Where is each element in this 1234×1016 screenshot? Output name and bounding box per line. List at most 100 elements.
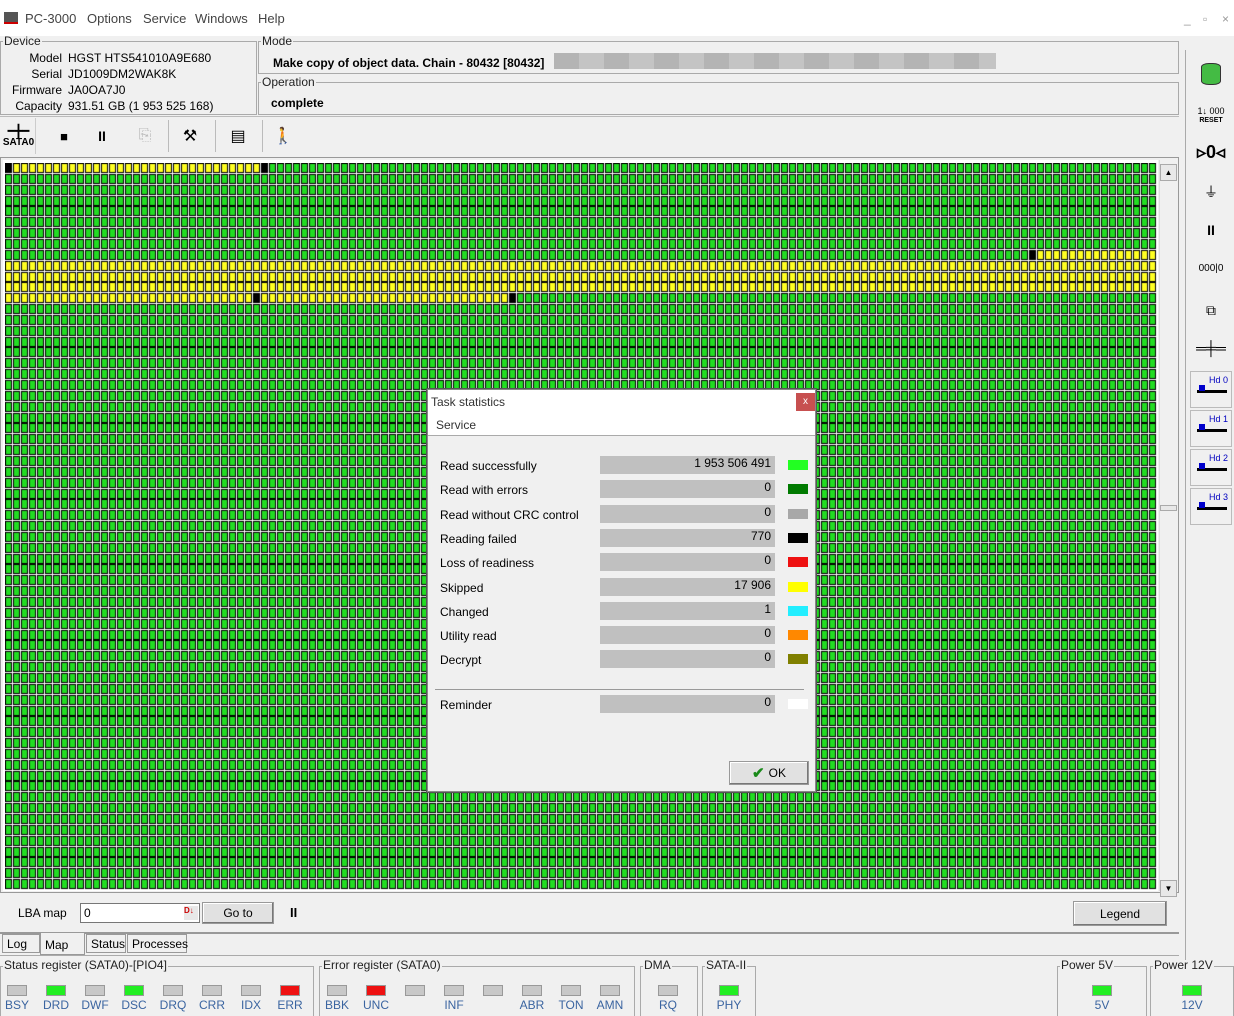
pause-icon[interactable]: II: [1188, 212, 1234, 248]
close-button[interactable]: ×: [1222, 12, 1229, 26]
exit-icon[interactable]: 🚶: [270, 118, 296, 154]
head-1-button[interactable]: Hd 1: [1190, 410, 1232, 447]
operation-legend: Operation: [262, 75, 315, 89]
copy-drive-icon[interactable]: [1188, 56, 1234, 92]
led-dwf: [85, 985, 105, 996]
minimize-button[interactable]: _: [1184, 12, 1191, 26]
power-switch-icon[interactable]: ⏚: [1188, 174, 1234, 210]
goto-button[interactable]: Go to: [202, 902, 274, 924]
menu-help[interactable]: Help: [258, 11, 285, 26]
led-label: TON: [558, 998, 584, 1012]
port-sata0-button[interactable]: ━╋━ SATA0: [2, 118, 36, 154]
stat-value: 0: [600, 695, 775, 713]
led-err: [280, 985, 300, 996]
color-swatch: [788, 508, 808, 519]
stat-label: Changed: [440, 604, 489, 619]
connector-icon[interactable]: ═╪═: [1188, 330, 1234, 366]
led-label: UNC: [363, 998, 389, 1012]
lba-dropdown-icon[interactable]: D↓: [184, 906, 198, 920]
tab-processes[interactable]: Processes: [127, 934, 188, 953]
led-label: 5V: [1094, 998, 1110, 1012]
led-inf: [444, 985, 464, 996]
legend-button[interactable]: Legend: [1073, 901, 1167, 926]
led-label: IDX: [240, 998, 261, 1012]
led-5v: [1092, 985, 1112, 996]
scroll-thumb[interactable]: [1160, 505, 1177, 511]
counter-icon: 1↓ 000: [1197, 106, 1225, 116]
reset-counter-button[interactable]: 1↓ 000 RESET: [1188, 98, 1234, 134]
stat-value: 0: [600, 553, 775, 572]
mode-text: Make copy of object data. Chain - 80432 …: [273, 56, 545, 70]
power-5v-group: Power 5V 5V: [1057, 958, 1147, 1016]
menu-windows[interactable]: Windows: [195, 11, 248, 26]
stat-label: Read with errors: [440, 483, 529, 498]
tab-status[interactable]: Status: [86, 934, 126, 953]
led-abr: [522, 985, 542, 996]
led-bsy: [7, 985, 27, 996]
stop-button[interactable]: ■: [52, 118, 76, 154]
stat-row: Utility read 0: [440, 626, 810, 646]
scroll-up-button[interactable]: ▲: [1160, 164, 1177, 181]
pause-button[interactable]: II: [90, 118, 114, 154]
power-12v-group: Power 12V 12V: [1150, 958, 1234, 1016]
stat-value: 1 953 506 491: [600, 456, 775, 474]
head-2-button[interactable]: Hd 2: [1190, 449, 1232, 486]
lba-map-label: LBA map: [18, 906, 67, 920]
scroll-down-button[interactable]: ▼: [1160, 880, 1177, 897]
error-register-title: Error register (SATA0): [322, 958, 442, 972]
mode-legend: Mode: [262, 34, 293, 48]
redacted-block: [554, 53, 996, 69]
led-crr: [202, 985, 222, 996]
counter-clear-icon[interactable]: 000|0: [1188, 250, 1234, 286]
sata-group: SATA-II PHY: [702, 958, 756, 1016]
head-marker-icon: [1199, 385, 1205, 391]
restore-button[interactable]: ▫: [1203, 12, 1207, 26]
map-scrollbar[interactable]: ▲ ▼: [1159, 160, 1177, 897]
led-dsc: [124, 985, 144, 996]
menu-pc3000[interactable]: PC-3000: [25, 11, 76, 26]
dialog-close-button[interactable]: x: [796, 393, 815, 411]
windows-icon[interactable]: ▤: [224, 118, 252, 154]
ok-button[interactable]: ✔ OK: [729, 761, 809, 785]
menu-service[interactable]: Service: [143, 11, 186, 26]
head-3-button[interactable]: Hd 3: [1190, 488, 1232, 525]
head-0-button[interactable]: Hd 0: [1190, 371, 1232, 408]
led-ton: [561, 985, 581, 996]
color-swatch: [788, 630, 808, 641]
error-register-group: Error register (SATA0) BBK UNC INF ABR TON AM…: [319, 958, 635, 1016]
head-label: Hd 1: [1208, 414, 1228, 424]
tools-icon[interactable]: ⚒: [176, 118, 204, 154]
export-icon[interactable]: ⎘: [132, 118, 158, 154]
head-label: Hd 3: [1208, 492, 1228, 502]
map-pause-button[interactable]: II: [290, 905, 297, 920]
toolbar-separator: [168, 120, 169, 152]
led-unc: [366, 985, 386, 996]
head-marker-icon: [1199, 424, 1205, 430]
stat-label: Loss of readiness: [440, 556, 535, 571]
led-drd: [46, 985, 66, 996]
zero-position-icon[interactable]: ▹0◃: [1188, 134, 1234, 170]
led-label: PHY: [716, 998, 742, 1012]
ok-label: OK: [768, 766, 786, 780]
reset-label: RESET: [1199, 117, 1223, 124]
stat-value: 0: [600, 504, 775, 523]
copy-pages-icon[interactable]: ⧉: [1188, 292, 1234, 328]
capacity-label: Capacity: [15, 99, 62, 113]
lba-input[interactable]: 0 D↓: [80, 903, 200, 923]
head-marker-icon: [1199, 502, 1205, 508]
head-marker-icon: [1199, 463, 1205, 469]
stat-value: 1: [600, 601, 775, 620]
led-rq: [658, 985, 678, 996]
led-label: DRD: [43, 998, 69, 1012]
device-legend: Device: [4, 34, 41, 48]
tab-map[interactable]: Map: [40, 933, 85, 955]
led-label: DRQ: [159, 998, 187, 1012]
tab-log[interactable]: Log: [2, 934, 40, 953]
dialog-menu-service[interactable]: Service: [436, 418, 476, 432]
stat-label: Utility read: [440, 629, 497, 644]
led-label: BBK: [324, 998, 349, 1012]
firmware-label: Firmware: [12, 83, 62, 97]
color-swatch: [788, 605, 808, 616]
menu-options[interactable]: Options: [87, 11, 132, 26]
stat-label: Reminder: [440, 698, 493, 712]
